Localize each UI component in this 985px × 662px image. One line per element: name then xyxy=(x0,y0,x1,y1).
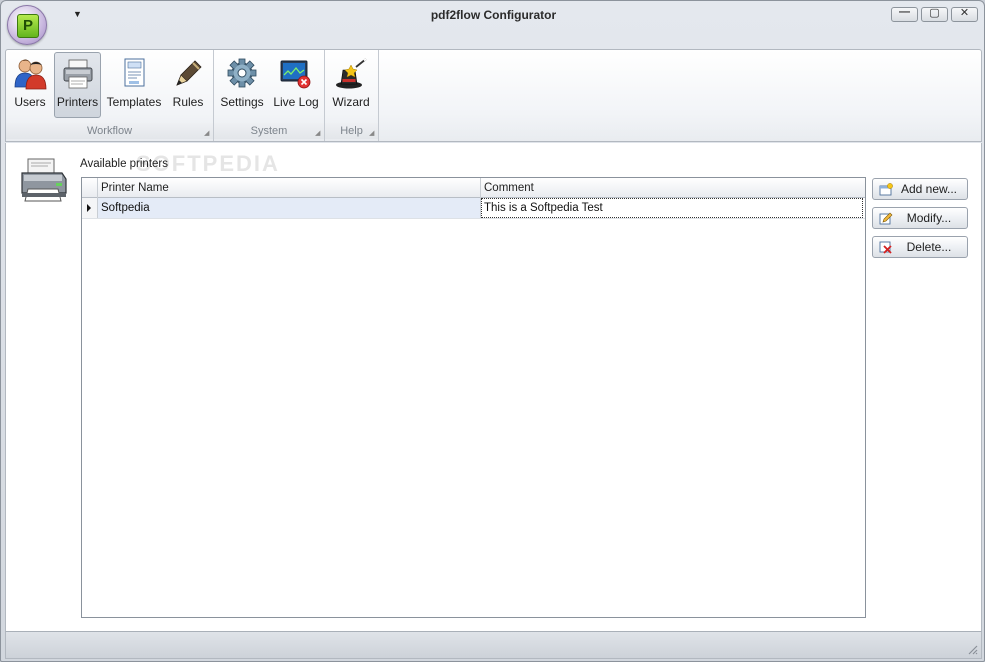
app-window: P ▼ pdf2flow Configurator — ▢ ✕ Users Pr… xyxy=(0,0,985,662)
printer-name-cell[interactable]: Softpedia xyxy=(98,198,481,218)
status-bar xyxy=(5,631,982,659)
users-label: Users xyxy=(14,95,46,109)
delete-button[interactable]: Delete... xyxy=(872,236,968,258)
templates-button[interactable]: Templates xyxy=(104,52,164,118)
live-log-label: Live Log xyxy=(273,95,319,109)
wizard-label: Wizard xyxy=(332,95,370,109)
monitor-error-icon xyxy=(280,60,311,89)
row-indicator xyxy=(82,198,98,218)
add-new-button[interactable]: Add new... xyxy=(872,178,968,200)
edit-icon xyxy=(879,212,893,225)
printers-panel: SOFTPEDIA www.softpedia.com Available pr… xyxy=(5,143,982,631)
settings-label: Settings xyxy=(220,95,264,109)
close-button[interactable]: ✕ xyxy=(951,7,978,22)
delete-icon xyxy=(879,241,892,254)
add-new-label: Add new... xyxy=(900,182,958,196)
comment-cell[interactable]: This is a Softpedia Test xyxy=(481,198,863,218)
ribbon-group-workflow: Users Printers Templates Rules Workflow … xyxy=(6,50,214,141)
resize-grip-icon[interactable] xyxy=(966,643,978,655)
current-row-arrow-icon xyxy=(87,204,91,212)
workflow-group-label: Workflow xyxy=(6,123,213,139)
templates-label: Templates xyxy=(106,95,162,109)
printer-icon xyxy=(63,59,92,89)
workflow-launcher-icon[interactable]: ◢ xyxy=(204,130,210,137)
printers-button[interactable]: Printers xyxy=(54,52,101,118)
window-title: pdf2flow Configurator xyxy=(430,8,557,22)
magic-hat-icon xyxy=(336,58,367,89)
ribbon: Users Printers Templates Rules Workflow … xyxy=(5,49,982,142)
header-indicator-cell xyxy=(82,178,98,198)
help-launcher-icon[interactable]: ◢ xyxy=(369,130,375,137)
system-launcher-icon[interactable]: ◢ xyxy=(315,130,321,137)
column-header-printer-name[interactable]: Printer Name xyxy=(98,178,481,198)
minimize-icon: — xyxy=(899,6,910,18)
grid-title: Available printers xyxy=(80,158,169,170)
delete-label: Delete... xyxy=(906,240,952,254)
live-log-button[interactable]: Live Log xyxy=(270,52,322,118)
users-button[interactable]: Users xyxy=(8,52,52,118)
minimize-button[interactable]: — xyxy=(891,6,918,22)
users-icon xyxy=(14,59,47,90)
printer-large-icon xyxy=(21,158,67,202)
wizard-button[interactable]: Wizard xyxy=(328,52,374,118)
maximize-icon: ▢ xyxy=(929,7,940,19)
column-header-comment[interactable]: Comment xyxy=(481,178,865,198)
close-icon: ✕ xyxy=(959,7,970,19)
printers-grid[interactable]: Printer Name Comment Softpedia This is a… xyxy=(81,177,866,618)
printers-label: Printers xyxy=(56,95,99,109)
rules-label: Rules xyxy=(172,95,204,109)
gear-icon xyxy=(227,58,257,88)
ribbon-group-help: Wizard Help ◢ xyxy=(325,50,379,141)
add-icon xyxy=(879,183,893,196)
ribbon-group-system: Settings Live Log System ◢ xyxy=(214,50,325,141)
template-document-icon xyxy=(124,58,145,87)
table-row[interactable]: Softpedia This is a Softpedia Test xyxy=(82,198,865,219)
rules-button[interactable]: Rules xyxy=(166,52,210,118)
modify-button[interactable]: Modify... xyxy=(872,207,968,229)
system-group-label: System xyxy=(214,123,324,139)
modify-label: Modify... xyxy=(906,211,952,225)
title-bar: P ▼ pdf2flow Configurator — ▢ ✕ xyxy=(1,1,984,49)
grid-header: Printer Name Comment xyxy=(82,178,865,198)
maximize-button[interactable]: ▢ xyxy=(921,7,948,22)
settings-button[interactable]: Settings xyxy=(217,52,267,118)
pen-icon xyxy=(176,60,202,86)
